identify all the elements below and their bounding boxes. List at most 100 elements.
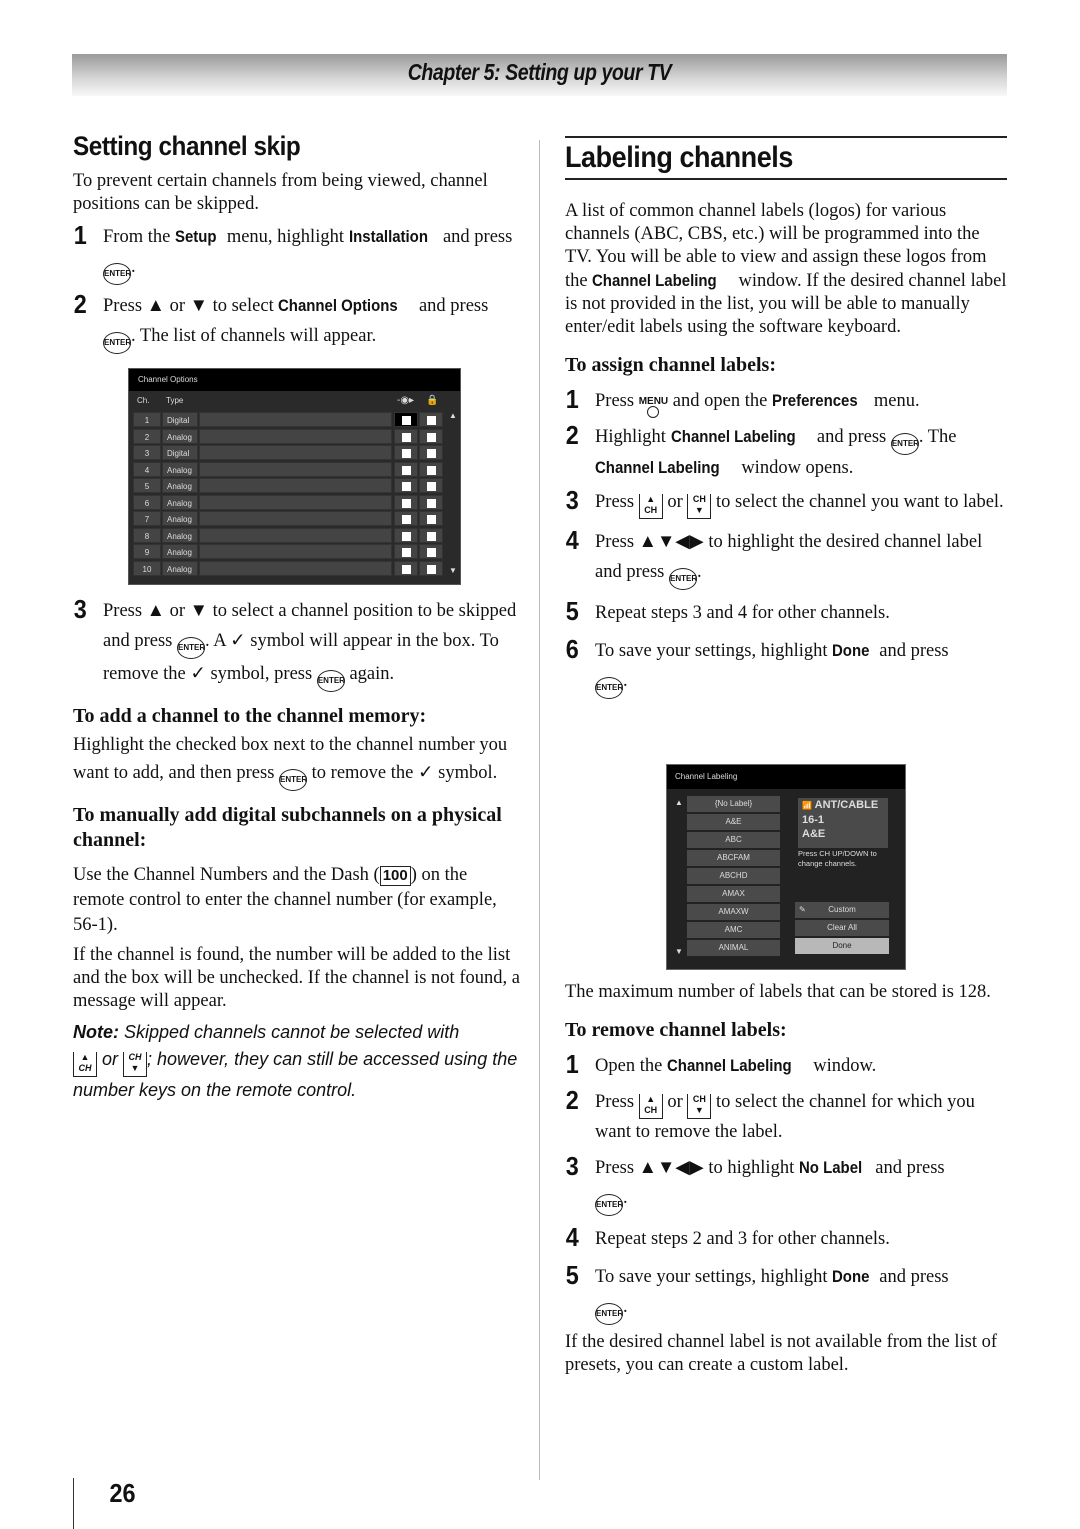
channel-type: Analog bbox=[162, 428, 198, 444]
lock-checkbox[interactable] bbox=[419, 412, 443, 427]
channel-number: 2 bbox=[133, 428, 161, 444]
skip-checkbox[interactable] bbox=[394, 412, 418, 427]
channel-row[interactable]: 7 Analog bbox=[133, 511, 443, 526]
enter-button-icon: ENTER bbox=[890, 433, 919, 455]
skip-checkbox[interactable] bbox=[394, 461, 418, 477]
done-button[interactable]: Done bbox=[795, 938, 889, 954]
skip-checkbox[interactable] bbox=[394, 544, 418, 559]
channel-type: Analog bbox=[162, 544, 198, 559]
channel-row[interactable]: 2 Analog bbox=[133, 428, 443, 444]
subheading-add-channel: To add a channel to the channel memory: bbox=[73, 705, 427, 727]
column-divider bbox=[539, 140, 540, 1480]
skip-checkbox[interactable] bbox=[394, 527, 418, 543]
scroll-down-icon[interactable]: ▼ bbox=[449, 566, 457, 575]
lock-checkbox[interactable] bbox=[419, 478, 443, 493]
chapter-banner: Chapter 5: Setting up your TV bbox=[72, 54, 1007, 96]
remove-step-1: 1 Open the Channel Labeling window. bbox=[565, 1049, 877, 1079]
ch-up-icon: ▲ CH bbox=[73, 1052, 97, 1077]
skip-checkbox[interactable] bbox=[394, 494, 418, 510]
channel-type: Analog bbox=[162, 511, 198, 526]
label-option[interactable]: A&E bbox=[687, 814, 780, 830]
lock-checkbox[interactable] bbox=[419, 494, 443, 510]
lock-checkbox[interactable] bbox=[419, 428, 443, 444]
channel-number: 3 bbox=[133, 445, 161, 460]
channel-row[interactable]: 4 Analog bbox=[133, 461, 443, 477]
channel-row[interactable]: 8 Analog bbox=[133, 527, 443, 543]
lock-checkbox[interactable] bbox=[419, 544, 443, 559]
label-option[interactable]: ABC bbox=[687, 832, 780, 848]
channel-number: 8 bbox=[133, 527, 161, 543]
assign-step-1: 1 Press MENU and open the Preferences men… bbox=[565, 384, 1007, 418]
skip-checkbox[interactable] bbox=[394, 560, 418, 576]
label-option[interactable]: AMAXW bbox=[687, 904, 780, 920]
channel-number: 4 bbox=[133, 461, 161, 477]
channel-number: 10 bbox=[133, 560, 161, 576]
clear-all-button[interactable]: Clear All bbox=[795, 920, 889, 936]
label-option[interactable]: ANIMAL bbox=[687, 940, 780, 956]
remove-step-4: 4 Repeat steps 2 and 3 for other channels… bbox=[565, 1222, 890, 1252]
subchannels-text: Use the Channel Numbers and the Dash (10… bbox=[73, 865, 497, 935]
channel-name-field bbox=[199, 428, 392, 444]
label-option[interactable]: AMC bbox=[687, 922, 780, 938]
skip-checkbox[interactable] bbox=[394, 511, 418, 526]
channel-row[interactable]: 9 Analog bbox=[133, 544, 443, 559]
labeling-intro: A list of common channel labels (logos) … bbox=[565, 201, 1007, 337]
channel-number: 7 bbox=[133, 511, 161, 526]
label-option[interactable]: ABCHD bbox=[687, 868, 780, 884]
assign-step-4: 4 Press ▲▼◀▶ to highlight the desired cha… bbox=[565, 525, 1007, 590]
skip-checkbox[interactable] bbox=[394, 445, 418, 460]
channel-type: Digital bbox=[162, 412, 198, 427]
scroll-down-icon[interactable]: ▼ bbox=[675, 947, 683, 956]
right-column-lower: The maximum number of labels that can be… bbox=[565, 981, 1007, 1377]
channel-preview: 📶 ANT/CABLE 16-1 A&E bbox=[798, 798, 888, 848]
custom-button[interactable]: ✎ Custom bbox=[795, 902, 889, 918]
channel-number: 1 bbox=[133, 412, 161, 427]
left-column-lower: 3 Press ▲ or ▼ to select a channel posit… bbox=[73, 594, 523, 1104]
channel-name-field bbox=[199, 412, 392, 427]
channel-row[interactable]: 5 Analog bbox=[133, 478, 443, 493]
right-column: Labeling channels A list of common chann… bbox=[565, 136, 1007, 699]
lock-checkbox[interactable] bbox=[419, 445, 443, 460]
skip-step-2: 2 Press ▲ or ▼ to select Channel Options… bbox=[73, 289, 523, 354]
lock-checkbox[interactable] bbox=[419, 511, 443, 526]
ch-down-icon: CH ▼ bbox=[687, 494, 712, 519]
skip-step-3: 3 Press ▲ or ▼ to select a channel posit… bbox=[73, 594, 523, 692]
chapter-title: Chapter 5: Setting up your TV bbox=[407, 59, 672, 85]
assign-step-2: 2 Highlight Channel Labeling and press EN… bbox=[565, 420, 957, 478]
enter-button-icon: ENTER bbox=[595, 677, 623, 699]
label-option[interactable]: AMAX bbox=[687, 886, 780, 902]
skip-checkbox[interactable] bbox=[394, 478, 418, 493]
label-option[interactable]: ABCFAM bbox=[687, 850, 780, 866]
scroll-up-icon[interactable]: ▲ bbox=[449, 411, 457, 420]
channel-row[interactable]: 10 Analog bbox=[133, 560, 443, 576]
pencil-icon: ✎ bbox=[799, 905, 806, 914]
channel-name-field bbox=[199, 544, 392, 559]
label-option[interactable]: {No Label} bbox=[687, 796, 780, 812]
lock-checkbox[interactable] bbox=[419, 527, 443, 543]
channel-row[interactable]: 1 Digital bbox=[133, 412, 443, 427]
dash-button-icon: 100 bbox=[379, 866, 411, 886]
section-title-channel-skip: Setting channel skip bbox=[73, 131, 301, 161]
subheading-remove: To remove channel labels: bbox=[565, 1019, 787, 1041]
channel-type: Digital bbox=[162, 445, 198, 460]
skip-icon: -◉▸ bbox=[397, 395, 415, 406]
enter-button-icon: ENTER bbox=[316, 670, 345, 692]
page-number-bar bbox=[73, 1478, 74, 1529]
screen-title: Channel Options bbox=[129, 369, 460, 391]
channel-name-field bbox=[199, 560, 392, 576]
channel-row[interactable]: 6 Analog bbox=[133, 494, 443, 510]
lock-checkbox[interactable] bbox=[419, 560, 443, 576]
max-labels-text: The maximum number of labels that can be… bbox=[565, 982, 991, 1002]
skip-checkbox[interactable] bbox=[394, 428, 418, 444]
remove-step-5: 5 To save your settings, highlight Done a… bbox=[565, 1260, 1007, 1325]
channel-type: Analog bbox=[162, 494, 198, 510]
channel-labeling-screen: Channel Labeling ▲ ▼ {No Label} A&E ABC ABC… bbox=[666, 764, 906, 970]
lock-checkbox[interactable] bbox=[419, 461, 443, 477]
scroll-up-icon[interactable]: ▲ bbox=[675, 798, 683, 807]
channel-row[interactable]: 3 Digital bbox=[133, 445, 443, 460]
channel-number: 5 bbox=[133, 478, 161, 493]
enter-button-icon: ENTER bbox=[176, 637, 205, 659]
antenna-icon: 📶 bbox=[802, 801, 812, 810]
channel-name-field bbox=[199, 527, 392, 543]
enter-button-icon: ENTER bbox=[279, 769, 307, 791]
